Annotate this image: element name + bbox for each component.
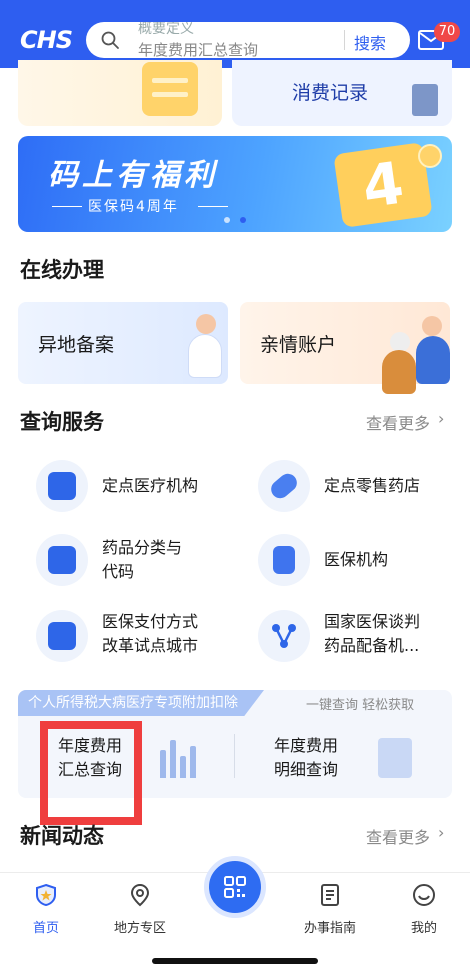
banner-subtitle: 医保码4周年 [88, 199, 179, 215]
online-section-title: 在线办理 [20, 258, 104, 282]
service-label: 代码 [102, 562, 135, 581]
news-section-title: 新闻动态 [20, 824, 104, 848]
org-chart-icon [258, 534, 310, 586]
tax-quick-query-text: 一键查询 轻松获取 [306, 698, 415, 713]
service-negotiated-drugs[interactable]: 国家医保谈判 药品配备机... [240, 606, 460, 666]
tab-home[interactable]: 首页 [6, 883, 86, 936]
family-account-card[interactable]: 亲情账户 [240, 302, 450, 394]
highlight-box [40, 721, 142, 825]
top-header: CHS 概要定义 年度费用汇总查询 搜索 70 [0, 0, 470, 68]
tab-service-guide-label: 办事指南 [303, 921, 356, 936]
tab-local-zone[interactable]: 地方专区 [100, 883, 180, 936]
service-label: 医保支付方式 [102, 612, 199, 631]
promo-banner[interactable]: 码上有福利 医保码4周年 4 [18, 136, 452, 232]
service-retail-pharmacies[interactable]: 定点零售药店 [240, 456, 460, 516]
receipt-icon [412, 84, 438, 116]
query-more-link[interactable]: 查看更多 [366, 410, 430, 434]
wallet-icon [142, 62, 198, 116]
shield-home-icon [36, 883, 56, 907]
qr-code-button[interactable] [204, 856, 266, 918]
medical-cross-icon [36, 460, 88, 512]
tab-mine[interactable]: 我的 [384, 883, 464, 936]
search-button[interactable]: 搜索 [354, 30, 386, 54]
pill-icon [258, 460, 310, 512]
banner-rule [52, 206, 82, 207]
tab-local-zone-label: 地方专区 [113, 921, 166, 936]
banner-title: 码上有福利 [48, 158, 218, 193]
wallet-icon-line [152, 92, 188, 97]
service-label: 定点医疗机构 [102, 476, 199, 495]
carousel-dot[interactable] [224, 217, 230, 223]
family-illustration-head [422, 316, 442, 336]
service-label: 药品分类与 [102, 538, 183, 557]
remote-filing-label: 异地备案 [38, 334, 115, 356]
news-more-link[interactable]: 查看更多 [366, 824, 430, 848]
tax-divider [234, 734, 235, 778]
chevron-right-icon[interactable]: › [438, 409, 444, 428]
document-icon [321, 884, 339, 906]
pie-chart-icon [36, 610, 88, 662]
carousel-dot-active[interactable] [240, 217, 246, 223]
family-illustration-icon [382, 350, 416, 394]
service-medical-institutions[interactable]: 定点医疗机构 [18, 456, 238, 516]
search-input[interactable]: 年度费用汇总查询 [138, 39, 258, 60]
coin-icon [418, 144, 442, 168]
tab-mine-label: 我的 [410, 921, 437, 936]
person-illustration-head [196, 314, 216, 334]
remote-filing-card[interactable]: 异地备案 [18, 302, 228, 384]
service-payment-reform-cities[interactable]: 医保支付方式 改革试点城市 [18, 606, 238, 666]
query-section-title: 查询服务 [20, 410, 104, 434]
service-insurance-agencies[interactable]: 医保机构 [240, 530, 460, 590]
mail-badge: 70 [434, 22, 460, 42]
qr-code-icon [224, 876, 246, 898]
bar-chart-icon [158, 738, 202, 778]
service-label: 药品配备机... [324, 636, 420, 655]
annual-detail-query-button[interactable] [252, 730, 422, 794]
service-label: 医保机构 [324, 550, 389, 569]
chevron-right-icon[interactable]: › [438, 823, 444, 842]
service-label: 国家医保谈判 [324, 612, 421, 631]
family-illustration-icon [416, 336, 450, 384]
search-bar[interactable]: 概要定义 年度费用汇总查询 搜索 [86, 22, 410, 60]
search-icon [101, 31, 119, 49]
person-illustration-icon [188, 334, 222, 378]
family-account-label: 亲情账户 [260, 334, 337, 356]
wallet-icon-line [152, 78, 188, 83]
location-pin-icon [130, 883, 150, 907]
search-divider [344, 30, 345, 50]
service-drug-classification[interactable]: 药品分类与 代码 [18, 530, 238, 590]
tab-service-guide[interactable]: 办事指南 [290, 883, 370, 936]
banner-rule [198, 206, 228, 207]
search-scroll-hint: 概要定义 [138, 21, 194, 37]
family-illustration-head [390, 332, 410, 352]
share-nodes-icon [258, 610, 310, 662]
home-indicator [152, 958, 318, 964]
consumption-record-card[interactable]: 消费记录 [232, 60, 452, 126]
tab-home-label: 首页 [32, 921, 59, 936]
consumption-record-label: 消费记录 [292, 82, 369, 104]
service-label: 改革试点城市 [102, 636, 199, 655]
service-label: 定点零售药店 [324, 476, 421, 495]
document-list-icon [36, 534, 88, 586]
chs-logo: CHS [20, 26, 73, 54]
tax-deduction-tag: 个人所得税大病医疗专项附加扣除 [18, 690, 264, 716]
smiley-face-icon [413, 884, 435, 906]
